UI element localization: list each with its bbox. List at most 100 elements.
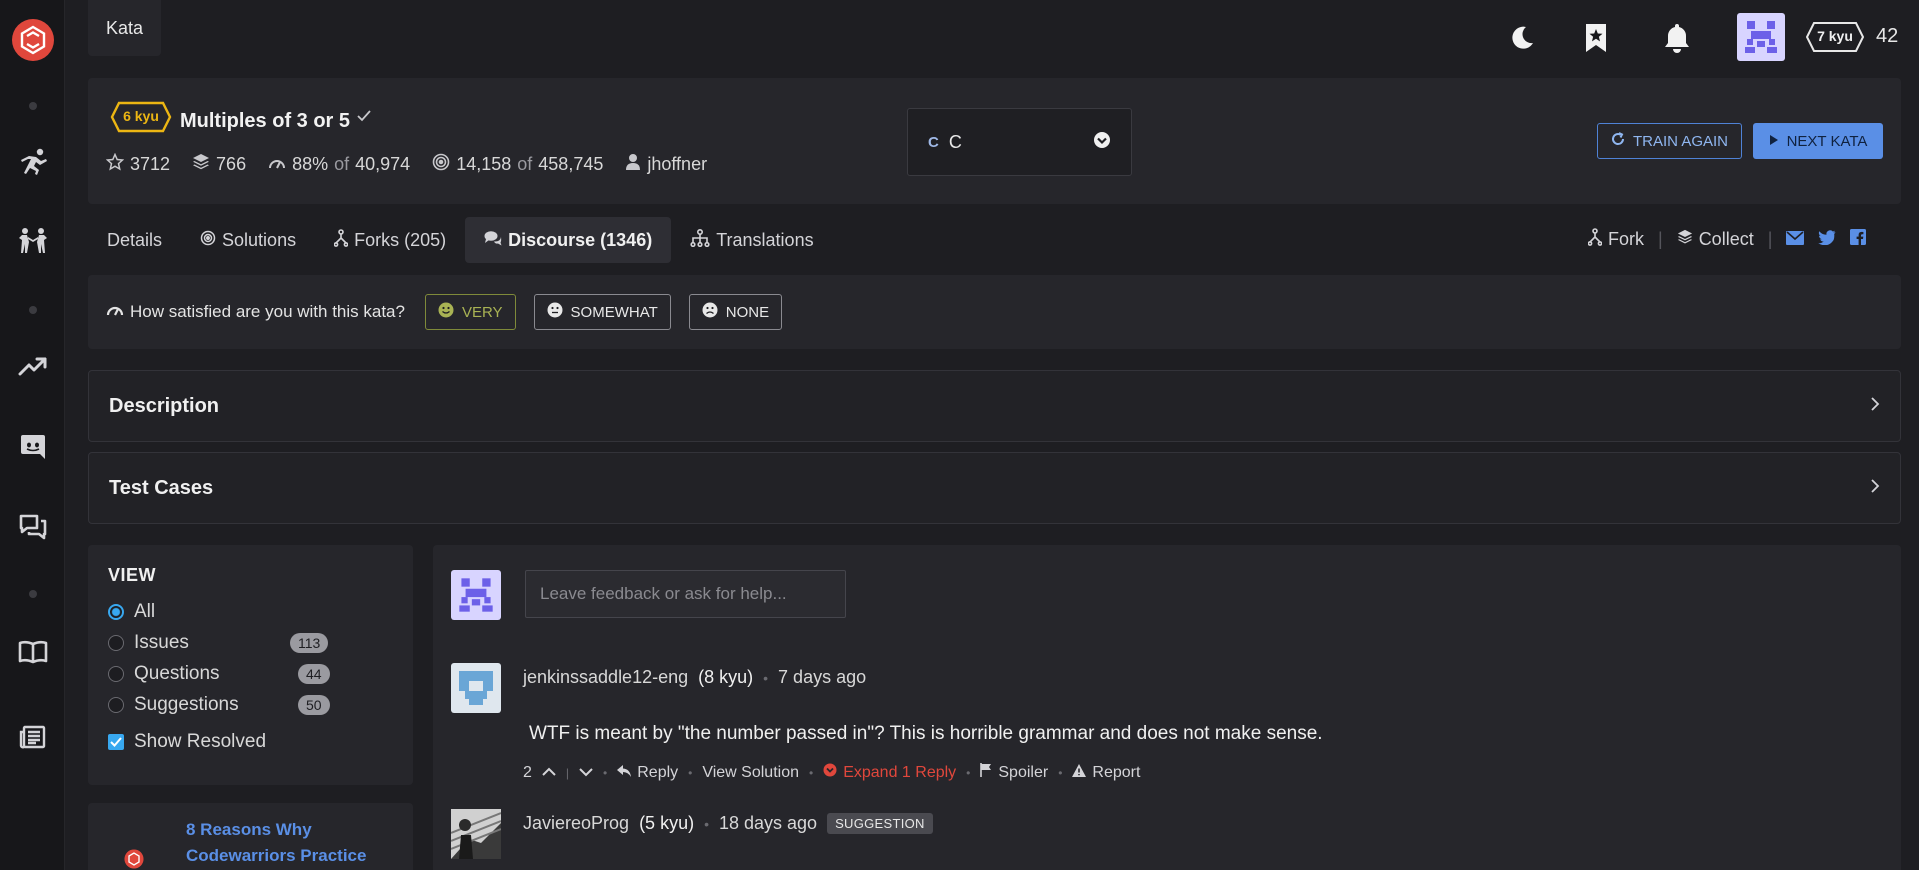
- user-rank-text: 7 kyu: [1817, 28, 1853, 44]
- c-language-icon: C: [928, 133, 939, 151]
- refresh-icon: [1611, 132, 1625, 150]
- kata-title: Multiples of 3 or 5: [180, 110, 351, 132]
- discord-icon[interactable]: [0, 426, 65, 466]
- commenter-avatar[interactable]: [450, 809, 502, 859]
- filter-issues-option[interactable]: Issues 113: [108, 627, 393, 658]
- filter-questions-option[interactable]: Questions 44: [108, 658, 393, 689]
- comment-time[interactable]: 18 days ago: [719, 813, 817, 834]
- issues-count-badge: 113: [290, 632, 329, 653]
- collections-count: 766: [216, 154, 247, 174]
- author-stat[interactable]: jhoffner: [625, 153, 707, 176]
- user-icon: [625, 153, 641, 176]
- filter-suggestions-option[interactable]: Suggestions 50: [108, 689, 393, 720]
- description-panel[interactable]: Description: [88, 370, 1901, 442]
- vote-very-button[interactable]: VERY: [424, 294, 516, 330]
- collect-label: Collect: [1698, 229, 1754, 249]
- vote-none-button[interactable]: NONE: [688, 294, 783, 330]
- satisfaction-question: How satisfied are you with this kata?: [106, 302, 405, 322]
- divider: |: [1767, 229, 1773, 249]
- separator-dot: •: [1058, 765, 1063, 780]
- test-cases-panel[interactable]: Test Cases: [88, 452, 1901, 524]
- notifications-bell-icon[interactable]: [1659, 20, 1695, 56]
- completed-count: 14,158: [456, 154, 512, 174]
- kata-actions: Fork | Collect |: [1587, 228, 1867, 251]
- suggestions-count-badge: 50: [298, 694, 330, 715]
- separator-dot: •: [809, 765, 814, 780]
- divider: |: [1658, 229, 1663, 249]
- tab-translations[interactable]: Translations: [671, 217, 832, 263]
- tab-forks[interactable]: Forks (205): [315, 217, 465, 263]
- collect-button[interactable]: Collect: [1677, 229, 1754, 250]
- expand-replies-button[interactable]: Expand 1 Reply: [823, 763, 956, 782]
- completed-check-icon: [356, 108, 372, 129]
- fork-icon: [333, 228, 349, 252]
- tab-details[interactable]: Details: [88, 217, 181, 263]
- train-again-button[interactable]: TRAIN AGAIN: [1597, 123, 1742, 159]
- blog-news-icon[interactable]: [0, 717, 65, 757]
- radio[interactable]: [108, 634, 124, 651]
- stars-stat[interactable]: 3712: [105, 152, 170, 176]
- completion-stat: 14,158 of 458,745: [432, 153, 603, 176]
- separator-dot: •: [763, 669, 769, 686]
- practice-icon[interactable]: [0, 220, 65, 260]
- questions-count-badge: 44: [298, 663, 330, 684]
- reply-button[interactable]: Reply: [617, 764, 678, 782]
- next-kata-label: NEXT KATA: [1786, 132, 1868, 150]
- discourse-panel: jenkinssaddle12-eng (8 kyu) • 7 days ago…: [433, 545, 1901, 870]
- docs-book-icon[interactable]: [0, 632, 65, 672]
- tab-label: Discourse (1346): [508, 229, 653, 250]
- user-rank-badge[interactable]: 7 kyu: [1805, 22, 1865, 57]
- next-kata-button[interactable]: NEXT KATA: [1753, 123, 1883, 159]
- left-navigation-rail: [0, 0, 65, 870]
- commenter-avatar[interactable]: [451, 663, 501, 713]
- comment-header: jenkinssaddle12-eng (8 kyu) • 7 days ago: [523, 667, 866, 688]
- training-icon[interactable]: [0, 142, 65, 182]
- spoiler-button[interactable]: Spoiler: [980, 763, 1048, 782]
- promo-link[interactable]: 8 Reasons Why Codewarriors Practice: [186, 817, 396, 869]
- author-name: jhoffner: [647, 154, 708, 174]
- view-solution-link[interactable]: View Solution: [702, 764, 799, 782]
- kata-stats: 3712 766 88% of 40,974 14,158 of 458,745…: [105, 152, 707, 176]
- comment-time[interactable]: 7 days ago: [778, 667, 866, 688]
- report-button[interactable]: Report: [1072, 763, 1141, 782]
- dark-mode-moon-icon[interactable]: [1504, 20, 1540, 56]
- radio[interactable]: [108, 665, 124, 682]
- breadcrumb[interactable]: Kata: [88, 0, 162, 56]
- tab-discourse[interactable]: Discourse (1346): [465, 217, 672, 263]
- commenter-username[interactable]: jenkinssaddle12-eng: [523, 667, 688, 688]
- downvote-chevron-down-icon[interactable]: [579, 764, 593, 782]
- separator-dot: •: [688, 765, 693, 780]
- leaderboard-trend-icon[interactable]: [0, 346, 65, 386]
- tab-solutions[interactable]: Solutions: [181, 217, 315, 263]
- codewars-logo-icon[interactable]: [0, 19, 65, 61]
- filter-all-option[interactable]: All: [108, 596, 393, 627]
- language-select[interactable]: C C: [907, 108, 1132, 176]
- tab-label: Solutions: [222, 229, 297, 250]
- promo-card[interactable]: 8 Reasons Why Codewarriors Practice: [88, 803, 413, 870]
- facebook-share-icon[interactable]: [1850, 229, 1867, 250]
- feedback-input[interactable]: [525, 570, 846, 618]
- fork-button[interactable]: Fork: [1587, 228, 1644, 251]
- twitter-share-icon[interactable]: [1818, 229, 1836, 250]
- rail-separator-dot: [29, 306, 37, 314]
- upvote-chevron-up-icon[interactable]: [542, 764, 556, 782]
- report-label: Report: [1092, 763, 1141, 781]
- vote-somewhat-button[interactable]: SOMEWHAT: [533, 294, 671, 330]
- email-share-icon[interactable]: [1786, 229, 1805, 250]
- divider: |: [565, 765, 570, 780]
- satisfaction-gauge-icon: [106, 302, 124, 322]
- commenter-username[interactable]: JaviereoProg: [523, 813, 629, 834]
- separator-dot: •: [704, 815, 709, 832]
- show-resolved-option[interactable]: Show Resolved: [108, 726, 393, 757]
- spoiler-label: Spoiler: [998, 763, 1049, 781]
- bookmark-star-icon[interactable]: [1578, 20, 1614, 56]
- current-user-avatar: [451, 570, 501, 620]
- separator-dot: •: [966, 765, 971, 780]
- show-resolved-checkbox[interactable]: [108, 733, 124, 750]
- forum-chat-icon[interactable]: [0, 507, 65, 547]
- kata-header: 6 kyu Multiples of 3 or 5 3712 766 88% o…: [88, 78, 1901, 204]
- user-avatar[interactable]: [1737, 13, 1785, 61]
- radio-selected[interactable]: [108, 603, 124, 620]
- radio[interactable]: [108, 696, 124, 713]
- reply-label: Reply: [637, 763, 679, 781]
